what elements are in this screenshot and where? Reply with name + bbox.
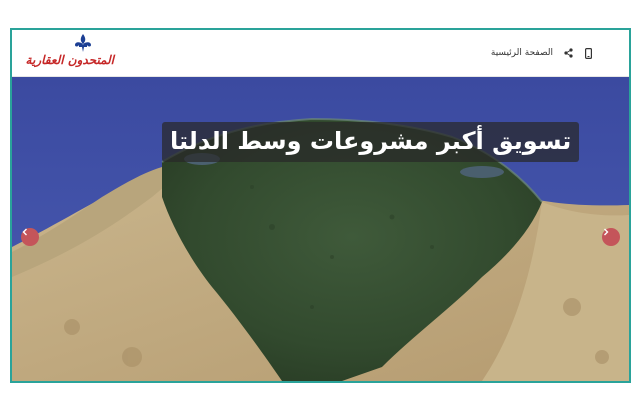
logo[interactable]: المتحدون العقارية <box>25 33 114 73</box>
fleur-de-lis-icon <box>75 34 91 52</box>
slider-prev-button[interactable] <box>21 228 39 246</box>
hero-caption: تسويق أكبر مشروعات وسط الدلتا <box>162 122 580 162</box>
page-frame: المتحدون العقارية الصفحة الرئيسية تسويق … <box>10 28 631 383</box>
navbar: المتحدون العقارية الصفحة الرئيسية <box>12 30 629 77</box>
nav-home-link[interactable]: الصفحة الرئيسية <box>491 48 553 58</box>
slider-next-button[interactable] <box>602 228 620 246</box>
share-icon[interactable] <box>563 47 573 59</box>
chevron-right-icon <box>604 228 609 236</box>
mobile-icon[interactable] <box>583 47 593 59</box>
chevron-left-icon <box>22 228 27 236</box>
logo-text: المتحدون العقارية <box>25 53 114 67</box>
hero-slider: تسويق أكبر مشروعات وسط الدلتا <box>12 77 629 381</box>
nav-links: الصفحة الرئيسية <box>491 44 593 62</box>
